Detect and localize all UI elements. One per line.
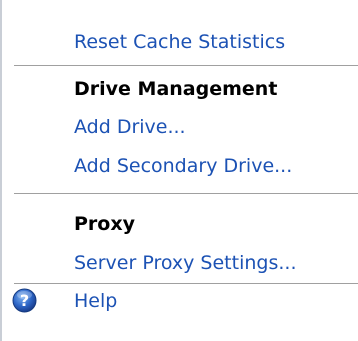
help-link[interactable]: Help	[74, 281, 117, 321]
server-proxy-settings-link[interactable]: Server Proxy Settings...	[74, 243, 296, 283]
add-secondary-drive-link[interactable]: Add Secondary Drive...	[74, 146, 292, 186]
pane-left-border	[0, 0, 2, 341]
actions-pane: Reset Cache Statistics Drive Management …	[0, 0, 358, 341]
drive-management-heading: Drive Management	[74, 78, 278, 100]
add-drive-link[interactable]: Add Drive...	[74, 107, 186, 147]
reset-cache-statistics-link[interactable]: Reset Cache Statistics	[74, 22, 285, 62]
svg-text:?: ?	[20, 291, 29, 310]
proxy-heading: Proxy	[74, 213, 135, 235]
section-divider	[14, 65, 358, 66]
help-icon[interactable]: ?	[12, 288, 37, 313]
section-divider	[14, 193, 358, 194]
section-divider	[14, 283, 358, 284]
